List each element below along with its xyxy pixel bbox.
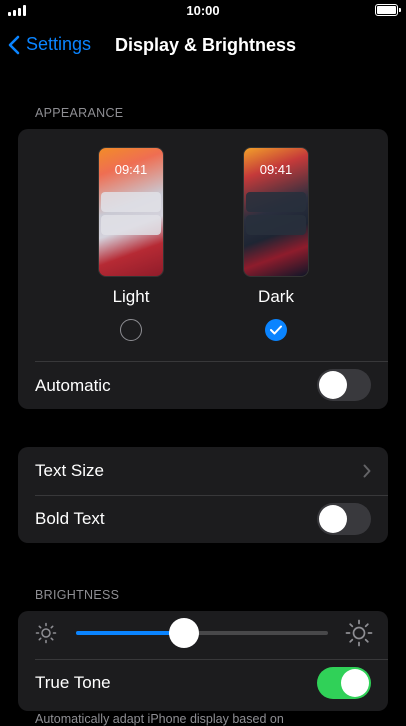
page-title: Display & Brightness bbox=[115, 35, 297, 55]
appearance-card: 09:41 Light 09:41 Dark Automatic bbox=[18, 129, 388, 409]
automatic-label: Automatic bbox=[35, 376, 111, 395]
bold-text-label: Bold Text bbox=[35, 509, 105, 528]
status-time: 10:00 bbox=[186, 3, 220, 18]
brightness-header: BRIGHTNESS bbox=[35, 588, 120, 602]
theme-label-light: Light bbox=[112, 287, 150, 306]
divider bbox=[35, 659, 388, 660]
light-preview-image[interactable]: 09:41 bbox=[98, 147, 164, 277]
appearance-header: APPEARANCE bbox=[35, 106, 124, 120]
preview-time: 09:41 bbox=[259, 162, 293, 177]
theme-label-dark: Dark bbox=[258, 287, 294, 306]
sun-small-icon bbox=[35, 622, 57, 644]
true-tone-label: True Tone bbox=[35, 673, 111, 692]
brightness-slider-fill bbox=[76, 631, 185, 635]
theme-option-dark[interactable]: 09:41 Dark bbox=[243, 147, 309, 341]
divider bbox=[35, 361, 388, 362]
navigation-bar: Settings Display & Brightness bbox=[0, 30, 406, 62]
preview-widget bbox=[246, 192, 306, 212]
text-size-label: Text Size bbox=[35, 461, 104, 480]
text-settings-card: Text Size Bold Text bbox=[18, 447, 388, 543]
brightness-slider-thumb[interactable] bbox=[169, 618, 200, 648]
preview-widget bbox=[101, 215, 161, 235]
preview-widget bbox=[101, 192, 161, 212]
true-tone-toggle[interactable] bbox=[317, 667, 371, 699]
brightness-slider[interactable] bbox=[76, 618, 328, 648]
true-tone-description: Automatically adapt iPhone display based… bbox=[35, 712, 284, 726]
back-label: Settings bbox=[26, 34, 92, 54]
checkmark-icon bbox=[270, 325, 282, 335]
preview-time: 09:41 bbox=[114, 162, 148, 177]
chevron-left-icon bbox=[8, 35, 20, 54]
dark-preview-image[interactable]: 09:41 bbox=[243, 147, 309, 277]
battery-icon bbox=[375, 4, 401, 16]
preview-widget bbox=[246, 215, 306, 235]
theme-option-light[interactable]: 09:41 Light bbox=[98, 147, 164, 341]
status-bar: 10:00 bbox=[0, 0, 406, 22]
automatic-toggle[interactable] bbox=[317, 369, 371, 401]
back-button[interactable]: Settings bbox=[8, 34, 91, 55]
brightness-card: True Tone bbox=[18, 611, 388, 711]
light-radio[interactable] bbox=[120, 319, 142, 341]
divider bbox=[35, 495, 388, 496]
chevron-right-icon bbox=[363, 464, 371, 478]
sun-large-icon bbox=[345, 619, 373, 647]
dark-radio[interactable] bbox=[265, 319, 287, 341]
bold-text-toggle[interactable] bbox=[317, 503, 371, 535]
text-size-row[interactable]: Text Size bbox=[18, 447, 388, 495]
